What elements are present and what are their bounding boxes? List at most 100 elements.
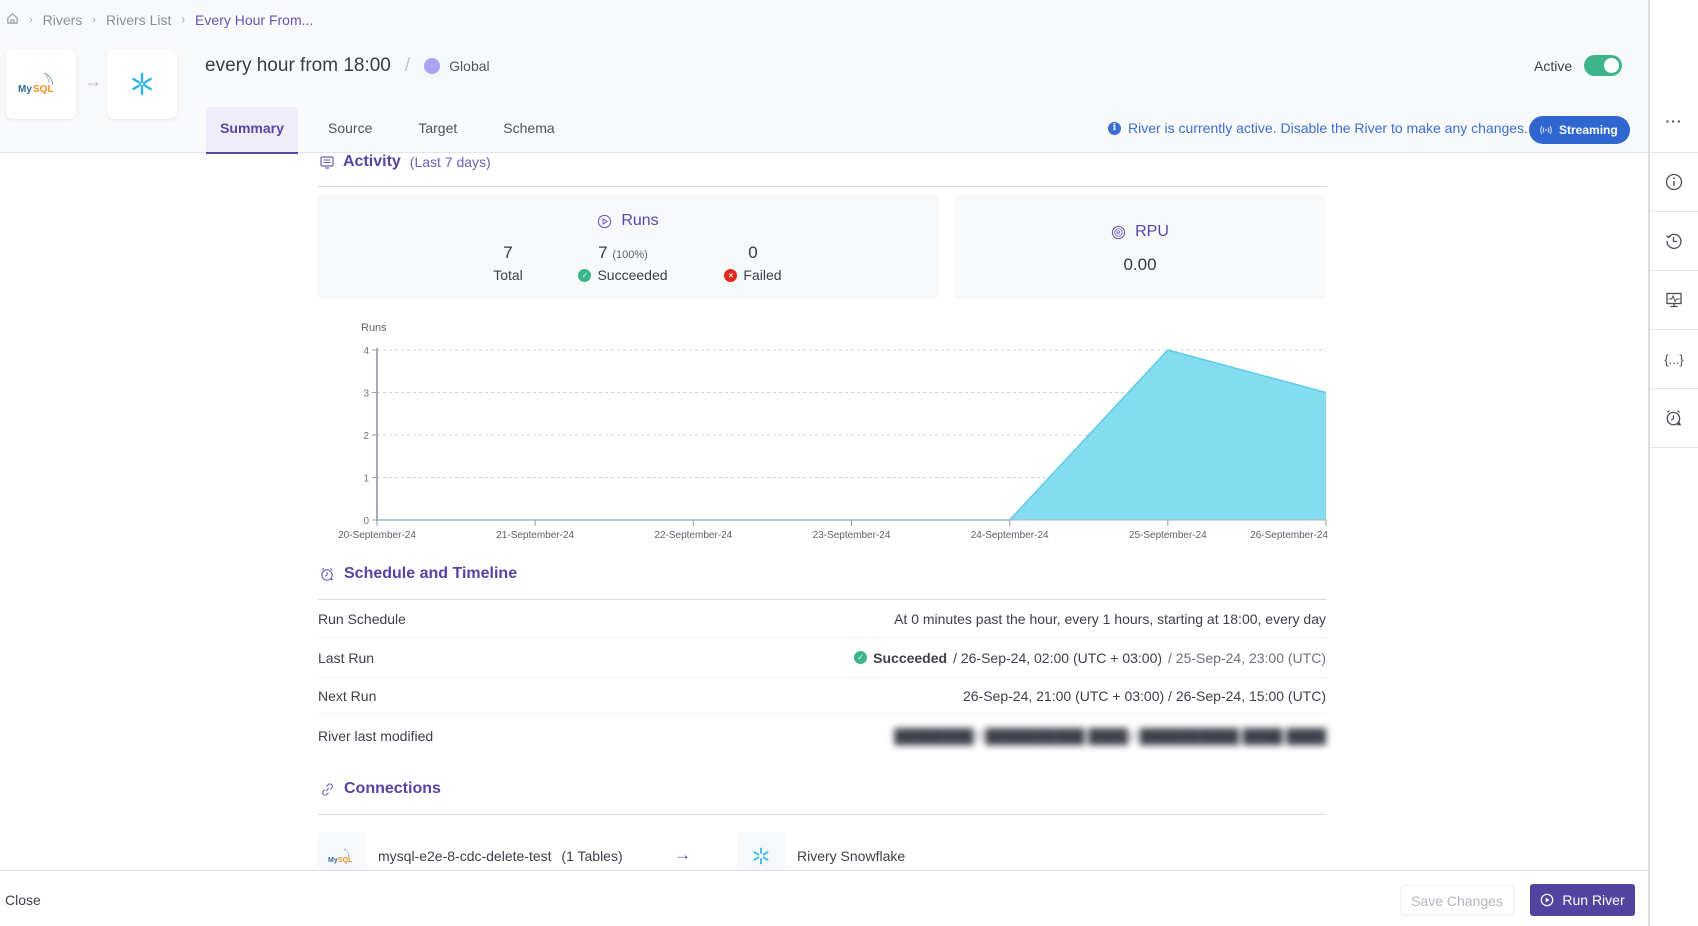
x-tick-label: 25-September-24 xyxy=(1129,530,1207,541)
tab-summary[interactable]: Summary xyxy=(206,107,298,154)
activity-title: Activity xyxy=(343,153,401,170)
x-tick-label: 24-September-24 xyxy=(971,530,1049,541)
breadcrumb-current: Every Hour From... xyxy=(195,12,314,28)
runs-total-label: Total xyxy=(493,267,523,283)
last-modified-row: River last modified ████████ / █████████… xyxy=(318,714,1326,758)
run-schedule-row: Run Schedule At 0 minutes past the hour,… xyxy=(318,600,1326,638)
active-notice-text: River is currently active. Disable the R… xyxy=(1128,120,1528,136)
run-river-label: Run River xyxy=(1562,892,1625,908)
close-button[interactable]: Close xyxy=(5,892,41,908)
runs-card-title: Runs xyxy=(318,212,938,230)
check-circle-icon: ✓ xyxy=(854,651,868,664)
info-icon xyxy=(1665,173,1683,191)
play-circle-icon xyxy=(598,214,612,228)
x-tick-label: 22-September-24 xyxy=(654,530,732,541)
x-tick-label: 21-September-24 xyxy=(496,530,574,541)
info-icon: i xyxy=(1108,121,1121,135)
y-tick-label: 0 xyxy=(363,516,369,527)
succeeded-count: 7 xyxy=(598,243,608,262)
runs-failed-label: × Failed xyxy=(708,267,798,283)
target-logo-card xyxy=(107,49,177,119)
svg-text:My: My xyxy=(328,857,338,864)
y-tick-label: 2 xyxy=(363,431,369,442)
svg-text:R: R xyxy=(1116,230,1120,236)
last-run-value: ✓ Succeeded / 26-Sep-24, 02:00 (UTC + 03… xyxy=(854,650,1326,666)
river-name[interactable]: every hour from 18:00 xyxy=(205,55,391,77)
next-run-label: Next Run xyxy=(318,687,377,704)
schedule-section-title: Schedule and Timeline xyxy=(320,565,517,583)
activity-divider xyxy=(318,186,1326,187)
x-tick-label: 26-September-24 xyxy=(1250,530,1328,541)
info-button[interactable] xyxy=(1650,153,1698,212)
alarm-clock-icon xyxy=(321,567,334,581)
tab-schema[interactable]: Schema xyxy=(487,107,570,154)
app-root: › Rivers › Rivers List › Every Hour From… xyxy=(0,0,1698,926)
arrow-right-icon: → xyxy=(84,71,102,91)
next-run-row: Next Run 26-Sep-24, 21:00 (UTC + 03:00) … xyxy=(318,678,1326,714)
mysql-logo-icon: My SQL xyxy=(18,72,54,95)
save-changes-button[interactable]: Save Changes xyxy=(1400,885,1514,916)
last-modified-value-blurred: ████████ / ██████████ ████ / ██████████ … xyxy=(894,728,1326,744)
source-logo-card: My SQL xyxy=(6,49,76,119)
connections-title: Connections xyxy=(344,780,441,797)
check-circle-icon: ✓ xyxy=(578,268,592,282)
variables-icon: {...} xyxy=(1664,351,1684,367)
history-icon xyxy=(1666,233,1682,249)
svg-text:My: My xyxy=(18,84,32,95)
right-sidebar: ··· {...} xyxy=(1648,0,1698,926)
rpu-title: RPU xyxy=(1135,223,1169,240)
runs-total-value: 7 xyxy=(503,243,513,262)
alarm-icon xyxy=(1666,410,1682,426)
source-connection[interactable]: mysql-e2e-8-cdc-delete-test (1 Tables) xyxy=(378,848,623,864)
last-run-utc-time: / 25-Sep-24, 23:00 (UTC) xyxy=(1168,649,1326,666)
target-connection-name[interactable]: Rivery Snowflake xyxy=(797,848,905,864)
streaming-badge: Streaming xyxy=(1529,116,1630,144)
active-toggle[interactable] xyxy=(1584,55,1623,76)
run-schedule-value: At 0 minutes past the hour, every 1 hour… xyxy=(894,610,1326,627)
run-river-button[interactable]: Run River xyxy=(1530,884,1635,916)
runs-card: Runs 7 Total 7 (100%) ✓ Succeeded 0 × Fa… xyxy=(318,195,938,299)
y-tick-label: 3 xyxy=(363,389,369,400)
breadcrumb-rivers-list[interactable]: Rivers List xyxy=(106,12,171,28)
connections-divider xyxy=(318,814,1326,815)
more-options-button[interactable]: ··· xyxy=(1650,0,1698,153)
monitor-button[interactable] xyxy=(1650,271,1698,330)
river-header: › Rivers › Rivers List › Every Hour From… xyxy=(0,0,1648,154)
source-connection-name[interactable]: mysql-e2e-8-cdc-delete-test xyxy=(378,848,552,864)
home-icon[interactable] xyxy=(6,12,19,28)
svg-text:SQL: SQL xyxy=(338,857,353,864)
runs-failed-stat: 0 × Failed xyxy=(708,243,798,283)
y-tick-label: 4 xyxy=(363,346,369,357)
failed-label-text: Failed xyxy=(743,267,782,283)
activity-subtitle: (Last 7 days) xyxy=(409,154,491,170)
connections-section-title: Connections xyxy=(320,780,441,798)
rpu-card: R RPU 0.00 xyxy=(954,195,1326,299)
chevron-right-icon: › xyxy=(92,14,97,26)
x-tick-label: 23-September-24 xyxy=(813,530,891,541)
runs-succeeded-label: ✓ Succeeded xyxy=(568,267,678,283)
last-run-local-time: / 26-Sep-24, 02:00 (UTC + 03:00) xyxy=(953,649,1163,666)
next-run-value: 26-Sep-24, 21:00 (UTC + 03:00) / 26-Sep-… xyxy=(962,687,1326,704)
last-run-row: Last Run ✓ Succeeded / 26-Sep-24, 02:00 … xyxy=(318,638,1326,678)
last-run-label: Last Run xyxy=(318,649,375,666)
schedule-title: Schedule and Timeline xyxy=(344,565,518,582)
tab-source[interactable]: Source xyxy=(312,107,388,154)
runs-title: Runs xyxy=(621,212,659,229)
history-button[interactable] xyxy=(1650,212,1698,271)
main-panel: › Rivers › Rivers List › Every Hour From… xyxy=(0,0,1648,926)
error-circle-icon: × xyxy=(724,268,738,282)
active-toggle-group: Active xyxy=(1534,55,1623,76)
mysql-logo-icon: My SQL xyxy=(328,848,353,864)
x-tick-label: 20-September-24 xyxy=(338,530,416,541)
variables-button[interactable]: {...} xyxy=(1650,330,1698,389)
arrow-right-icon: → xyxy=(674,845,691,864)
runs-total-stat: 7 Total xyxy=(478,243,538,283)
tab-target[interactable]: Target xyxy=(402,107,473,154)
alerts-button[interactable] xyxy=(1650,389,1698,448)
breadcrumb-rivers[interactable]: Rivers xyxy=(43,12,83,28)
rpu-icon: R xyxy=(1111,225,1126,239)
activity-section-title: Activity (Last 7 days) xyxy=(320,153,491,171)
tab-bar: Summary Source Target Schema xyxy=(206,107,585,154)
runs-succeeded-value: 7 (100%) xyxy=(568,243,678,263)
streaming-icon xyxy=(1540,125,1552,135)
